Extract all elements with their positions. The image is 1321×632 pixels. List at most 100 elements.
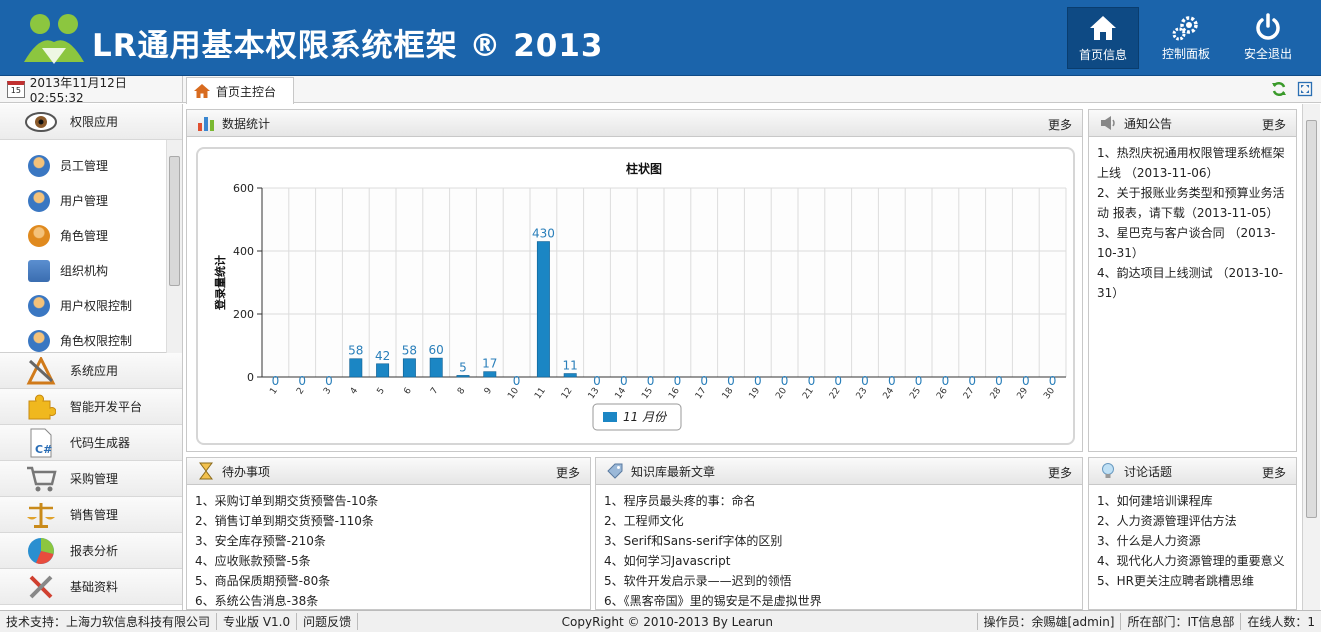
panel-header: 知识库最新文章 更多 — [596, 458, 1082, 485]
list-item[interactable]: 2、工程师文化 — [604, 511, 1074, 531]
home-icon — [194, 84, 210, 98]
x-tick-label: 28 — [989, 386, 1004, 401]
support-text: 技术支持：上海力软信息科技有限公司 — [0, 613, 218, 630]
sidebar-group-permission-apps[interactable]: 权限应用 — [0, 104, 182, 140]
sidebar-item-user-permission[interactable]: 用户权限控制 — [0, 288, 182, 323]
data-label: 0 — [995, 374, 1003, 388]
sidebar-group-system[interactable]: 系统应用 — [0, 353, 182, 389]
todo-list: 1、采购订单到期交货预警告-10条 2、销售订单到期交货预警-110条 3、安全… — [187, 485, 590, 609]
data-label: 0 — [513, 374, 521, 388]
x-tick-label: 23 — [855, 386, 870, 401]
legend-label: 11 月份 — [623, 410, 668, 424]
more-link[interactable]: 更多 — [1048, 464, 1072, 481]
sidebar-item-employee[interactable]: 员工管理 — [0, 148, 182, 183]
data-label: 430 — [532, 227, 555, 241]
list-item[interactable]: 4、如何学习Javascript — [604, 551, 1074, 571]
home-info-button[interactable]: 首页信息 — [1067, 7, 1139, 69]
todo-panel: 待办事项 更多 1、采购订单到期交货预警告-10条 2、销售订单到期交货预警-1… — [186, 457, 591, 610]
status-bar: 技术支持：上海力软信息科技有限公司 专业版 V1.0 问题反馈 CopyRigh… — [0, 610, 1321, 632]
dept-text: 所在部门：IT信息部 — [1121, 613, 1242, 630]
app-title: LR通用基本权限系统框架 ® 2013 — [92, 28, 604, 64]
data-label: 58 — [402, 344, 417, 358]
sidebar-group-dev-platform[interactable]: 智能开发平台 — [0, 389, 182, 425]
sidebar-item-role[interactable]: 角色管理 — [0, 218, 182, 253]
knowledge-list: 1、程序员最头疼的事：命名 2、工程师文化 3、Serif和Sans-serif… — [596, 485, 1082, 609]
more-link[interactable]: 更多 — [1262, 116, 1286, 133]
sidebar-group-sales[interactable]: 销售管理 — [0, 497, 182, 533]
sidebar-scrollbar[interactable] — [166, 140, 182, 353]
data-label: 0 — [1022, 374, 1030, 388]
sidebar-item-user[interactable]: 用户管理 — [0, 183, 182, 218]
sidebar-item-org[interactable]: 组织机构 — [0, 253, 182, 288]
data-label: 0 — [942, 374, 950, 388]
data-label: 0 — [674, 374, 682, 388]
list-item[interactable]: 4、现代化人力资源管理的重要意义 — [1097, 551, 1288, 571]
logout-label: 安全退出 — [1243, 47, 1292, 61]
list-item[interactable]: 3、安全库存预警-210条 — [195, 531, 582, 551]
logo-icon — [24, 14, 84, 64]
sidebar-group-purchase[interactable]: 采购管理 — [0, 461, 182, 497]
x-tick-label: 5 — [376, 386, 387, 396]
x-tick-label: 10 — [506, 386, 521, 401]
list-item[interactable]: 6、《黑客帝国》里的锡安是不是虚拟世界 — [604, 591, 1074, 609]
scrollbar-thumb[interactable] — [169, 156, 180, 286]
notice-list: 1、热烈庆祝通用权限管理系统框架上线 （2013-11-06） 2、关于报账业务… — [1089, 137, 1296, 309]
data-label: 0 — [700, 374, 708, 388]
sidebar-group-label: 智能开发平台 — [70, 400, 143, 414]
data-label: 5 — [459, 360, 467, 374]
more-link[interactable]: 更多 — [556, 464, 580, 481]
bar — [536, 241, 550, 378]
list-item[interactable]: 4、应收账款预警-5条 — [195, 551, 582, 571]
list-item[interactable]: 1、采购订单到期交货预警告-10条 — [195, 491, 582, 511]
list-item[interactable]: 2、人力资源管理评估方法 — [1097, 511, 1288, 531]
list-item[interactable]: 2、销售订单到期交货预警-110条 — [195, 511, 582, 531]
tab-home-console[interactable]: 首页主控台 — [186, 77, 294, 104]
user-key-icon — [28, 294, 50, 317]
list-item[interactable]: 5、HR更关注应聘者跳槽思维 — [1097, 571, 1288, 591]
x-tick-label: 12 — [560, 386, 575, 401]
x-tick-label: 4 — [349, 386, 361, 397]
chart-title: 柱状图 — [626, 161, 662, 176]
list-item[interactable]: 5、商品保质期预警-80条 — [195, 571, 582, 591]
main-scrollbar[interactable] — [1302, 104, 1320, 610]
list-item[interactable]: 2、关于报账业务类型和预算业务活动 报表，请下载（2013-11-05） — [1097, 183, 1288, 223]
x-tick-label: 29 — [1015, 386, 1030, 401]
bar — [456, 375, 470, 378]
hourglass-icon — [199, 462, 213, 480]
sidebar-group-basic-data[interactable]: 基础资料 — [0, 569, 182, 605]
data-label: 0 — [834, 374, 842, 388]
control-panel-button[interactable]: 控制面板 — [1150, 7, 1222, 69]
scrollbar-thumb[interactable] — [1306, 120, 1317, 518]
more-link[interactable]: 更多 — [1262, 464, 1286, 481]
x-tick-label: 14 — [613, 386, 628, 401]
x-tick-label: 18 — [721, 386, 736, 401]
data-label: 60 — [429, 343, 444, 357]
data-label: 0 — [647, 374, 655, 388]
list-item[interactable]: 3、星巴克与客户谈合同 （2013-10-31） — [1097, 223, 1288, 263]
sidebar-group-label: 系统应用 — [70, 364, 119, 378]
sidebar-group-codegen[interactable]: C# 代码生成器 — [0, 425, 182, 461]
list-item[interactable]: 1、程序员最头疼的事：命名 — [604, 491, 1074, 511]
csharp-file-icon: C# — [24, 428, 58, 458]
sidebar-group-label: 基础资料 — [70, 580, 119, 594]
sidebar-group-label: 报表分析 — [70, 544, 119, 558]
feedback-link[interactable]: 问题反馈 — [297, 613, 359, 630]
sidebar-item-label: 角色管理 — [60, 229, 109, 243]
refresh-icon[interactable] — [1271, 81, 1287, 97]
scales-icon — [24, 500, 58, 530]
list-item[interactable]: 1、如何建培训课程库 — [1097, 491, 1288, 511]
list-item[interactable]: 3、什么是人力资源 — [1097, 531, 1288, 551]
list-item[interactable]: 4、韵达项目上线测试 （2013-10-31） — [1097, 263, 1288, 303]
sidebar-group-reports[interactable]: 报表分析 — [0, 533, 182, 569]
data-label: 0 — [272, 374, 280, 388]
logout-button[interactable]: 安全退出 — [1232, 7, 1304, 69]
list-item[interactable]: 3、Serif和Sans-serif字体的区别 — [604, 531, 1074, 551]
list-item[interactable]: 1、热烈庆祝通用权限管理系统框架上线 （2013-11-06） — [1097, 143, 1288, 183]
list-item[interactable]: 5、软件开发启示录——迟到的领悟 — [604, 571, 1074, 591]
eye-icon — [24, 107, 58, 137]
more-link[interactable]: 更多 — [1048, 116, 1072, 133]
list-item[interactable]: 6、系统公告消息-38条 — [195, 591, 582, 609]
fullscreen-icon[interactable] — [1297, 81, 1313, 97]
sidebar-item-role-permission[interactable]: 角色权限控制 — [0, 323, 182, 358]
tag-icon — [607, 463, 623, 479]
